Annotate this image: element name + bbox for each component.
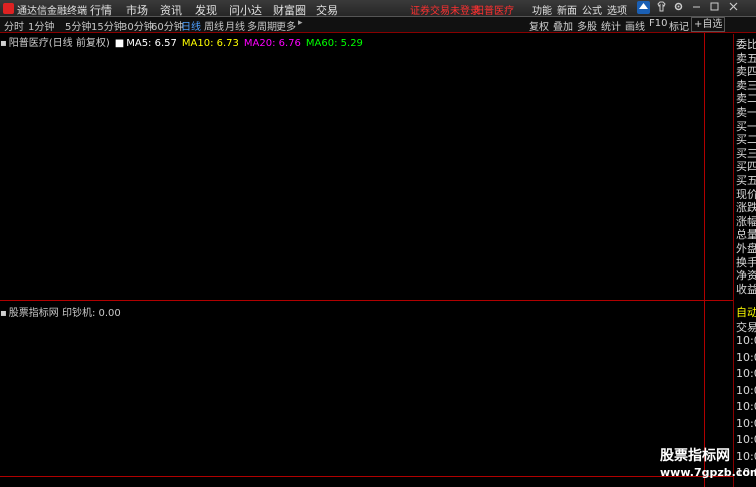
sidebar-item-22[interactable]: 10:0 xyxy=(736,351,756,364)
indicator-header: ▪ 股票指标网 印钞机: 0.00 xyxy=(0,304,121,319)
sidebar-item-25[interactable]: 10:0 xyxy=(736,400,756,413)
kline-icon: ▪ xyxy=(0,38,7,49)
indicator-title: 股票指标网 xyxy=(8,308,59,319)
ma20-value: MA20: 6.76 xyxy=(243,38,301,49)
sidebar-item-24[interactable]: 10:0 xyxy=(736,384,756,397)
watermark-title: 股票指标网 xyxy=(660,448,730,464)
indicator-value: 印钞机: 0.00 xyxy=(61,308,121,319)
sidebar-item-28[interactable]: 10:0 xyxy=(736,450,756,463)
sidebar-item-20[interactable]: 交易 xyxy=(736,319,756,335)
stock-title: 阳普医疗(日线 前复权) xyxy=(8,38,110,49)
chart-background xyxy=(0,33,733,487)
ma60-value: MA60: 5.29 xyxy=(305,38,363,49)
sidebar-item-21[interactable]: 10:0 xyxy=(736,334,756,347)
sidebar-item-27[interactable]: 10:0 xyxy=(736,433,756,446)
kline-header: ▪ 阳普医疗(日线 前复权) ■ MA5: 6.57 MA10: 6.73 MA20: 6… xyxy=(0,34,368,49)
ma5-value: MA5: 6.57 xyxy=(126,38,177,49)
ma5-dot-icon: ■ xyxy=(114,38,125,49)
site-watermark: 股票指标网 www.7gpzb.com xyxy=(660,445,756,485)
indicator-icon: ▪ xyxy=(0,308,7,319)
watermark-url: www.7gpzb.com xyxy=(660,466,756,479)
sidebar-item-26[interactable]: 10:0 xyxy=(736,417,756,430)
sidebar-item-19[interactable]: 自动 xyxy=(736,304,756,320)
quote-sidebar: 委比 卖五 卖四 卖三 卖二 卖一 买一 买二 买三 买四 买五 现价 涨跌 涨幅 总量 外盘 换手 净资 收益 自动… xyxy=(733,34,756,487)
chart-area[interactable]: 8.007.507.006.506.005.505.004.504.008.30… xyxy=(0,0,733,487)
sidebar-item-18[interactable]: 收益 xyxy=(736,281,756,297)
ma10-value: MA10: 6.73 xyxy=(181,38,239,49)
sidebar-item-23[interactable]: 10:0 xyxy=(736,367,756,380)
